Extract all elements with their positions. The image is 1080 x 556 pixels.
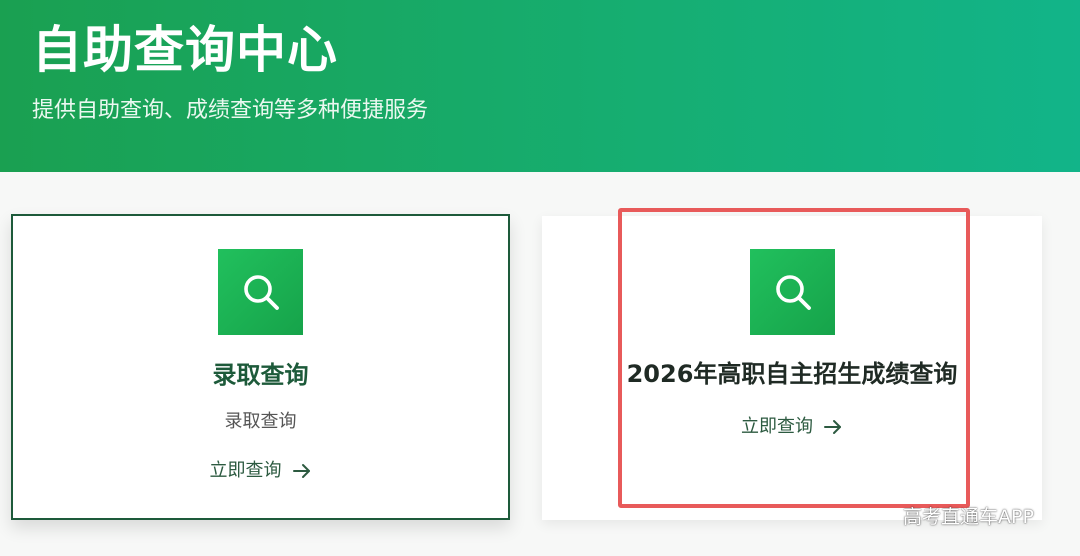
search-icon-tile	[750, 249, 835, 335]
admission-query-card[interactable]: 录取查询 录取查询 立即查询	[11, 214, 510, 520]
score-query-card[interactable]: 2026年高职自主招生成绩查询 立即查询	[542, 216, 1042, 520]
query-now-label: 立即查询	[209, 460, 282, 481]
query-now-link[interactable]: 立即查询	[13, 458, 508, 484]
card-title: 2026年高职自主招生成绩查询	[626, 360, 958, 388]
watermark: 高考直通车APP	[903, 506, 1034, 528]
query-now-link[interactable]: 立即查询	[542, 414, 1042, 440]
query-now-label: 立即查询	[741, 416, 813, 437]
header-banner: 自助查询中心 提供自助查询、成绩查询等多种便捷服务	[0, 0, 1080, 172]
page-subtitle: 提供自助查询、成绩查询等多种便捷服务	[32, 98, 429, 123]
arrow-right-icon	[824, 420, 841, 434]
page-title: 自助查询中心	[32, 21, 338, 79]
card-description: 录取查询	[224, 411, 297, 432]
search-icon	[775, 275, 811, 310]
arrow-right-icon	[292, 464, 310, 478]
card-title: 录取查询	[212, 361, 309, 389]
search-icon	[243, 275, 279, 310]
search-icon-tile	[218, 249, 303, 335]
